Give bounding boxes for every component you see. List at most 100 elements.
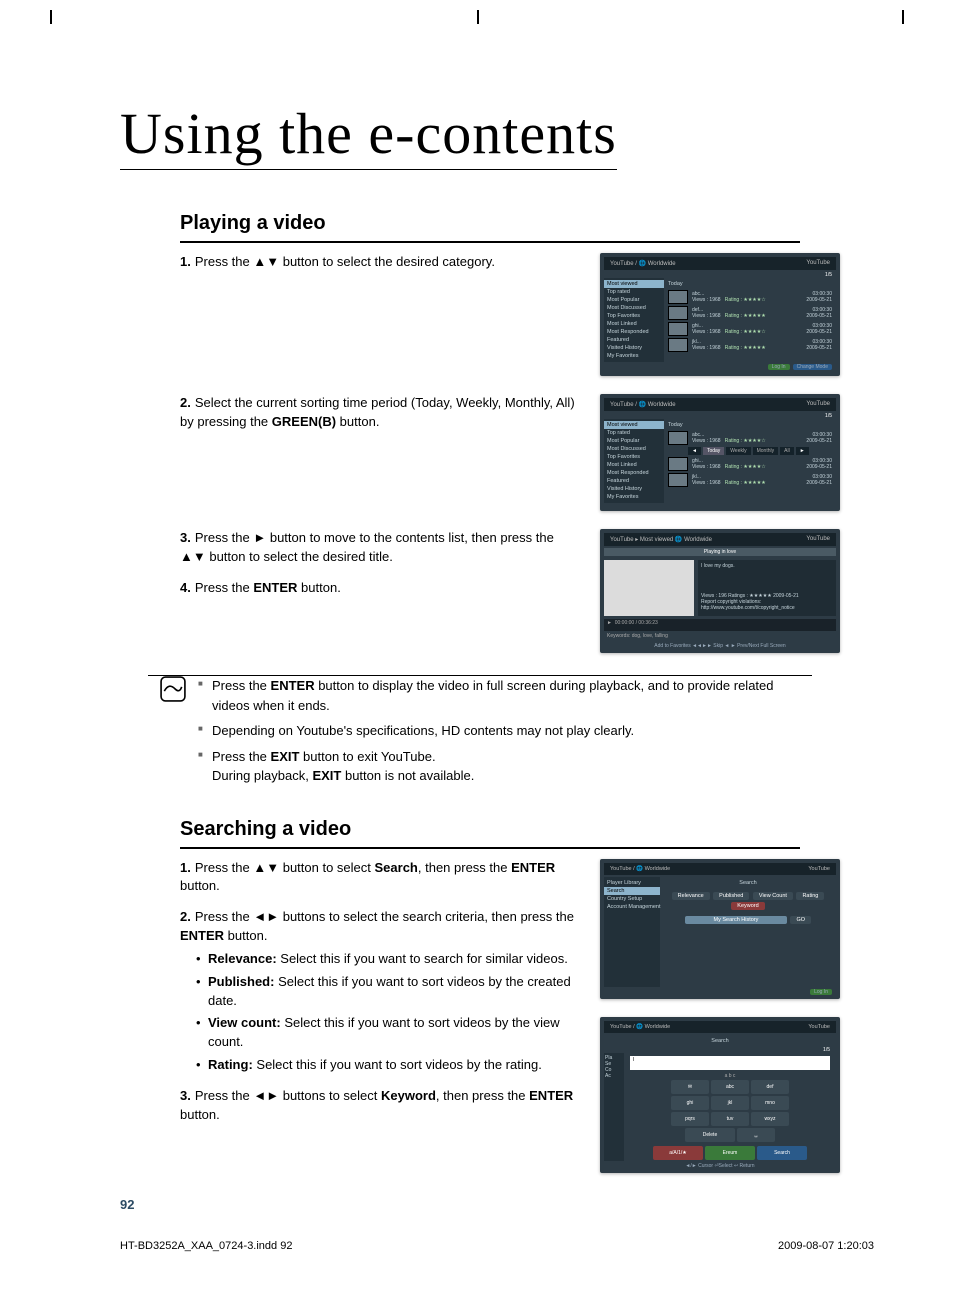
keywords: Keywords: dog, love, falling xyxy=(604,631,836,641)
sidebar-item[interactable]: Most Popular xyxy=(604,437,664,445)
enter-label: ENTER xyxy=(253,580,297,595)
footer-timestamp: 2009-08-07 1:20:03 xyxy=(778,1240,874,1252)
pill-published[interactable]: Published xyxy=(713,892,749,900)
keyword-input[interactable]: I xyxy=(630,1056,830,1070)
search-step-2: 2.Press the ◄► buttons to select the sea… xyxy=(180,908,580,1075)
keyboard-footer: ◄/► Cursor ⏎Select ↩ Return xyxy=(604,1161,836,1169)
sidebar-item[interactable]: Visited History xyxy=(604,485,664,493)
key-search[interactable]: Search xyxy=(757,1146,807,1160)
key-mno[interactable]: mno xyxy=(751,1096,789,1110)
sidebar-item[interactable]: Most Responded xyxy=(604,469,664,477)
change-mode-button[interactable]: Change Mode xyxy=(793,364,832,370)
key-tuv[interactable]: tuv xyxy=(711,1112,749,1126)
note-3: Press the EXIT button to exit YouTube.Du… xyxy=(198,747,800,786)
ss-logo: YouTube xyxy=(806,401,830,408)
section-playing-title: Playing a video xyxy=(180,212,800,243)
list-item[interactable]: jkl...Views : 1968 Rating : ★★★★★03:00:3… xyxy=(668,473,832,487)
sort-label: Today xyxy=(668,280,832,288)
key-def[interactable]: def xyxy=(751,1080,789,1094)
video-info: I love my dogs. Views : 196 Ratings : ★★… xyxy=(698,560,836,616)
key-delete[interactable]: Delete xyxy=(685,1128,735,1142)
screenshot-search-keyboard: YouTube / 🌐 WorldwideYouTube Search 1/5 … xyxy=(600,1017,840,1173)
ss-list: Today abc...Views : 1968 Rating : ★★★★☆0… xyxy=(664,278,836,362)
sidebar-item[interactable]: Account Management xyxy=(604,903,660,911)
playback-footer: Add to Favorites ◄◄►► Skip ◄ ► Prev/Next… xyxy=(604,641,836,649)
note-2: Depending on Youtube's specifications, H… xyxy=(198,721,800,741)
screenshot-sort-period: YouTube / 🌐 WorldwideYouTube 1/5 Most vi… xyxy=(600,394,840,511)
list-item[interactable]: ghi...Views : 1968 Rating : ★★★★☆03:00:3… xyxy=(668,322,832,336)
sidebar-item[interactable]: Most viewed xyxy=(604,280,664,288)
sidebar-item[interactable]: Search xyxy=(604,887,660,895)
playback-title-bar: Playing in love xyxy=(604,548,836,556)
pill-viewcount[interactable]: View Count xyxy=(753,892,793,900)
sidebar-item[interactable]: Top Favorites xyxy=(604,312,664,320)
sidebar-item[interactable]: My Favorites xyxy=(604,493,664,501)
report-url: http://www.youtube.com/t/copyright_notic… xyxy=(701,605,833,611)
key-space[interactable]: ␣ xyxy=(737,1128,775,1142)
key-jkl[interactable]: jkl xyxy=(711,1096,749,1110)
sidebar-item[interactable]: Most Linked xyxy=(604,461,664,469)
bullet-viewcount: View count: Select this if you want to s… xyxy=(196,1014,580,1052)
search-history-button[interactable]: My Search History xyxy=(685,916,787,924)
sidebar-item[interactable]: Most Linked xyxy=(604,320,664,328)
key-pqrs[interactable]: pqrs xyxy=(671,1112,709,1126)
list-item[interactable]: abc...Views : 1968 Rating : ★★★★☆03:00:3… xyxy=(668,290,832,304)
list-item[interactable]: abc...Views : 1968 Rating : ★★★★☆03:00:3… xyxy=(668,431,832,445)
screenshot-playback: YouTube ▸ Most viewed 🌐 Worldwide YouTube… xyxy=(600,529,840,653)
pill-relevance[interactable]: Relevance xyxy=(672,892,710,900)
sidebar-item[interactable]: Visited History xyxy=(604,344,664,352)
notes-list: Press the ENTER button to display the vi… xyxy=(198,676,800,792)
ss-sidebar: Most viewed Top rated Most Popular Most … xyxy=(604,278,664,362)
sort-opt-today[interactable]: Today xyxy=(703,447,724,455)
page-number: 92 xyxy=(120,1197,134,1212)
login-button[interactable]: Log In xyxy=(768,364,790,370)
screenshot-category-list: YouTube / 🌐 WorldwideYouTube 1/5 Most vi… xyxy=(600,253,840,376)
sidebar-item[interactable]: Most Discussed xyxy=(604,445,664,453)
screenshot-search-criteria: YouTube / 🌐 WorldwideYouTube Player Libr… xyxy=(600,859,840,999)
play-step-1: 1.Press the ▲▼ button to select the desi… xyxy=(180,253,580,272)
sidebar-item[interactable]: Most viewed xyxy=(604,421,664,429)
note-1: Press the ENTER button to display the vi… xyxy=(198,676,800,715)
sort-opt-weekly[interactable]: Weekly xyxy=(726,447,750,455)
sidebar-item[interactable]: Most Discussed xyxy=(604,304,664,312)
list-item[interactable]: jkl...Views : 1968 Rating : ★★★★★03:00:3… xyxy=(668,338,832,352)
sidebar-item[interactable]: Featured xyxy=(604,477,664,485)
pill-rating[interactable]: Rating xyxy=(796,892,824,900)
play-step-2: 2.Select the current sorting time period… xyxy=(180,394,580,432)
key-ereum[interactable]: Ereum xyxy=(705,1146,755,1160)
login-button[interactable]: Log In xyxy=(810,989,832,995)
sidebar-item[interactable]: Top rated xyxy=(604,288,664,296)
go-button[interactable]: GO xyxy=(790,916,811,924)
note-icon xyxy=(160,676,186,702)
sidebar-item[interactable]: Featured xyxy=(604,336,664,344)
key-abc[interactable]: abc xyxy=(711,1080,749,1094)
section-searching-title: Searching a video xyxy=(180,818,800,849)
sidebar-item[interactable]: Country Setup xyxy=(604,895,660,903)
key-ghi[interactable]: ghi xyxy=(671,1096,709,1110)
sidebar-item[interactable]: Top rated xyxy=(604,429,664,437)
pill-keyword[interactable]: Keyword xyxy=(731,902,764,910)
green-b-label: GREEN(B) xyxy=(272,414,336,429)
sidebar-item[interactable]: Top Favorites xyxy=(604,453,664,461)
key-mode[interactable]: a/A/1/★ xyxy=(653,1146,703,1160)
ss-path: YouTube / 🌐 Worldwide xyxy=(610,260,676,267)
key-wxyz[interactable]: wxyz xyxy=(751,1112,789,1126)
sidebar-item[interactable]: Most Popular xyxy=(604,296,664,304)
sidebar-item[interactable]: My Favorites xyxy=(604,352,664,360)
sidebar-item[interactable]: Most Responded xyxy=(604,328,664,336)
list-item[interactable]: def...Views : 1968 Rating : ★★★★★03:00:3… xyxy=(668,306,832,320)
sort-opt-monthly[interactable]: Monthly xyxy=(753,447,779,455)
sort-strip: ◄ Today Weekly Monthly All ► xyxy=(688,447,832,455)
ss-path: YouTube ▸ Most viewed 🌐 Worldwide xyxy=(610,536,712,543)
sidebar-item[interactable]: Player Library xyxy=(604,879,660,887)
video-title: I love my dogs. xyxy=(701,563,833,569)
bullet-published: Published: Select this if you want to so… xyxy=(196,973,580,1011)
ss-logo: YouTube xyxy=(806,260,830,267)
play-step-3: 3.Press the ► button to move to the cont… xyxy=(180,529,580,567)
list-item[interactable]: ghi...Views : 1968 Rating : ★★★★☆03:00:3… xyxy=(668,457,832,471)
sort-opt-all[interactable]: All xyxy=(780,447,794,455)
key[interactable]: ✉ xyxy=(671,1080,709,1094)
keyboard-title: Search xyxy=(604,1035,836,1047)
ss-path: YouTube / 🌐 Worldwide xyxy=(610,401,676,408)
ss-logo: YouTube xyxy=(806,536,830,543)
